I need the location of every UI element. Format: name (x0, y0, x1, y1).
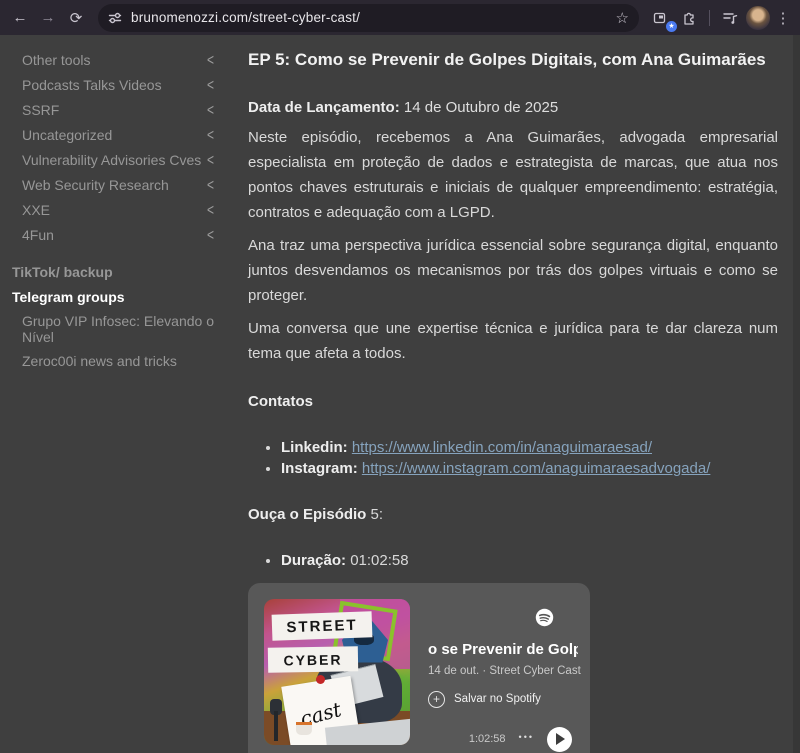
release-date-line: Data de Lançamento: 14 de Outubro de 202… (248, 99, 778, 116)
sidebar-item-label: SSRF (22, 102, 59, 118)
pin-art (316, 675, 325, 684)
release-date-label: Data de Lançamento: (248, 99, 400, 116)
listen-heading-bold: Ouça o Episódio (248, 506, 366, 523)
player-controls: 1:02:58 ••• (469, 727, 572, 752)
listen-heading: Ouça o Episódio 5: (248, 506, 778, 523)
list-item: Instagram: https://www.instagram.com/ana… (281, 459, 778, 480)
paragraph: Uma conversa que une expertise técnica e… (248, 316, 778, 366)
sidebar-item-label: Web Security Research (22, 177, 169, 193)
duration-label: Duração: (281, 552, 346, 569)
chevron-left-icon: < (207, 175, 214, 193)
sidebar-item-xxe[interactable]: XXE < (0, 197, 240, 222)
sidebar-item-grupo-vip-infosec[interactable]: Grupo VIP Infosec: Elevando o Nível (0, 309, 240, 349)
sidebar-item-uncategorized[interactable]: Uncategorized < (0, 122, 240, 147)
sidebar-item-vulnerability-advisories[interactable]: Vulnerability Advisories Cves < (0, 147, 240, 172)
chevron-left-icon: < (207, 125, 214, 143)
chevron-left-icon: < (207, 75, 214, 93)
scrollbar-track[interactable] (793, 35, 800, 753)
extensions-puzzle-icon[interactable] (677, 6, 701, 30)
contacts-heading: Contatos (248, 393, 778, 410)
list-item: Duração: 01:02:58 (281, 551, 778, 572)
chevron-left-icon: < (207, 200, 214, 218)
plus-circle-icon: + (428, 691, 445, 708)
sidebar-item-label: XXE (22, 202, 50, 218)
sidebar-item-4fun[interactable]: 4Fun < (0, 222, 240, 247)
back-icon[interactable]: ← (8, 6, 32, 30)
forward-icon[interactable]: → (36, 6, 60, 30)
list-item: Linkedin: https://www.linkedin.com/in/an… (281, 438, 778, 459)
episode-cover-art[interactable]: STREET CYBER cast (264, 599, 410, 745)
bookmark-star-icon[interactable]: ☆ (616, 9, 629, 27)
bookmark-badge-icon: ★ (666, 21, 677, 32)
player-meta: o se Prevenir de Golpes D 14 de out. · S… (428, 641, 578, 708)
play-button[interactable] (547, 727, 572, 752)
sidebar-item-label: Uncategorized (22, 127, 112, 143)
sidebar: Other tools < Podcasts Talks Videos < SS… (0, 35, 240, 753)
spotify-logo-icon[interactable] (535, 608, 554, 627)
cup-art (296, 722, 312, 735)
duration-badge: 1:02:58 (469, 733, 506, 745)
chevron-left-icon: < (207, 150, 214, 168)
episode-title[interactable]: o se Prevenir de Golpes D (428, 641, 578, 658)
duration-list: Duração: 01:02:58 (281, 551, 778, 572)
paragraph: Ana traz uma perspectiva jurídica essenc… (248, 233, 778, 308)
browser-window: ← → ⟳ brunomenozzi.com/street-cyber-cast… (0, 0, 800, 753)
article: EP 5: Como se Prevenir de Golpes Digitai… (240, 35, 793, 753)
sidebar-item-podcasts-talks-videos[interactable]: Podcasts Talks Videos < (0, 72, 240, 97)
page-viewport: Other tools < Podcasts Talks Videos < SS… (0, 35, 800, 753)
media-controls-icon[interactable] (718, 6, 742, 30)
mic-stand-art (274, 711, 278, 741)
reload-icon[interactable]: ⟳ (64, 6, 88, 30)
sidebar-heading-telegram-groups[interactable]: Telegram groups (0, 284, 240, 309)
cyber-label-art: CYBER (268, 646, 358, 673)
listen-heading-suffix: 5: (366, 506, 383, 523)
address-bar[interactable]: brunomenozzi.com/street-cyber-cast/ ☆ (98, 4, 639, 32)
contacts-list: Linkedin: https://www.linkedin.com/in/an… (281, 438, 778, 479)
instagram-label: Instagram: (281, 460, 358, 477)
save-on-spotify-button[interactable]: + Salvar no Spotify (428, 691, 578, 708)
reading-list-icon[interactable]: ★ (649, 6, 673, 30)
page-title: EP 5: Como se Prevenir de Golpes Digitai… (248, 48, 778, 72)
sidebar-heading-tiktok-backup[interactable]: TikTok/ backup (0, 259, 240, 284)
more-options-icon[interactable]: ••• (519, 732, 534, 742)
browser-menu-icon[interactable]: ⋮ (774, 9, 792, 27)
linkedin-link[interactable]: https://www.linkedin.com/in/anaguimaraes… (352, 439, 652, 456)
sidebar-item-label: 4Fun (22, 227, 54, 243)
save-label: Salvar no Spotify (454, 693, 541, 705)
episode-subtitle: 14 de out. · Street Cyber Cast (428, 665, 578, 677)
sidebar-item-other-tools[interactable]: Other tools < (0, 47, 240, 72)
release-date-value: 14 de Outubro de 2025 (400, 99, 558, 116)
linkedin-label: Linkedin: (281, 439, 348, 456)
url-text[interactable]: brunomenozzi.com/street-cyber-cast/ (131, 10, 616, 25)
spotify-embed-player: STREET CYBER cast (248, 583, 590, 753)
browser-toolbar: ← → ⟳ brunomenozzi.com/street-cyber-cast… (0, 0, 800, 35)
sidebar-item-label: Podcasts Talks Videos (22, 77, 162, 93)
sidebar-item-ssrf[interactable]: SSRF < (0, 97, 240, 122)
sidebar-item-web-security-research[interactable]: Web Security Research < (0, 172, 240, 197)
chevron-left-icon: < (207, 100, 214, 118)
sidebar-item-label: Vulnerability Advisories Cves (22, 152, 201, 168)
profile-avatar[interactable] (746, 6, 770, 30)
street-label-art: STREET (272, 611, 373, 640)
paragraph: Neste episódio, recebemos a Ana Guimarãe… (248, 125, 778, 225)
toolbar-separator (709, 10, 710, 26)
sidebar-item-label: Other tools (22, 52, 90, 68)
site-settings-icon[interactable] (108, 11, 122, 25)
instagram-link[interactable]: https://www.instagram.com/anaguimaraesad… (362, 460, 711, 477)
chevron-left-icon: < (207, 225, 214, 243)
sidebar-item-zeroc00i[interactable]: Zeroc00i news and tricks (0, 349, 240, 373)
play-icon (556, 733, 565, 745)
duration-value: 01:02:58 (346, 552, 409, 569)
chevron-left-icon: < (207, 50, 214, 68)
